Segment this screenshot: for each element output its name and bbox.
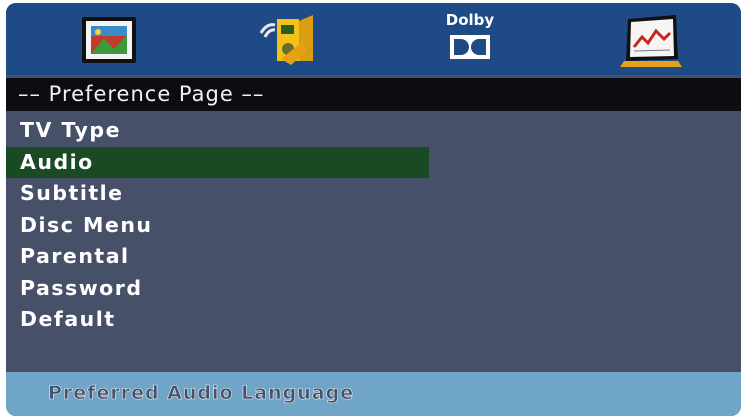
tv-display-icon[interactable] — [74, 11, 144, 69]
menu-item-password[interactable]: Password — [6, 273, 429, 305]
status-bar: Preferred Audio Language — [6, 372, 741, 416]
menu-item-disc-menu[interactable]: Disc Menu — [6, 210, 429, 242]
menu-item-parental[interactable]: Parental — [6, 241, 429, 273]
icon-toolbar: Dolby — [6, 3, 741, 75]
menu-item-default[interactable]: Default — [6, 304, 429, 336]
menu-item-audio[interactable]: Audio — [6, 146, 429, 178]
preference-graph-icon[interactable] — [616, 11, 686, 69]
dolby-digital-icon[interactable]: Dolby — [435, 11, 505, 69]
audio-speaker-icon[interactable] — [251, 11, 321, 69]
status-description: Preferred Audio Language — [48, 382, 355, 405]
dvd-setup-screen: Dolby –– Preference Page –– TV Type Audi… — [6, 3, 741, 416]
preference-menu: TV Type Audio Subtitle Disc Menu Parenta… — [6, 115, 741, 336]
page-header: –– Preference Page –– — [6, 78, 741, 111]
dolby-label: Dolby — [445, 11, 495, 29]
page-title: –– Preference Page –– — [18, 82, 265, 106]
menu-item-tv-type[interactable]: TV Type — [6, 115, 429, 147]
menu-item-subtitle[interactable]: Subtitle — [6, 178, 429, 210]
